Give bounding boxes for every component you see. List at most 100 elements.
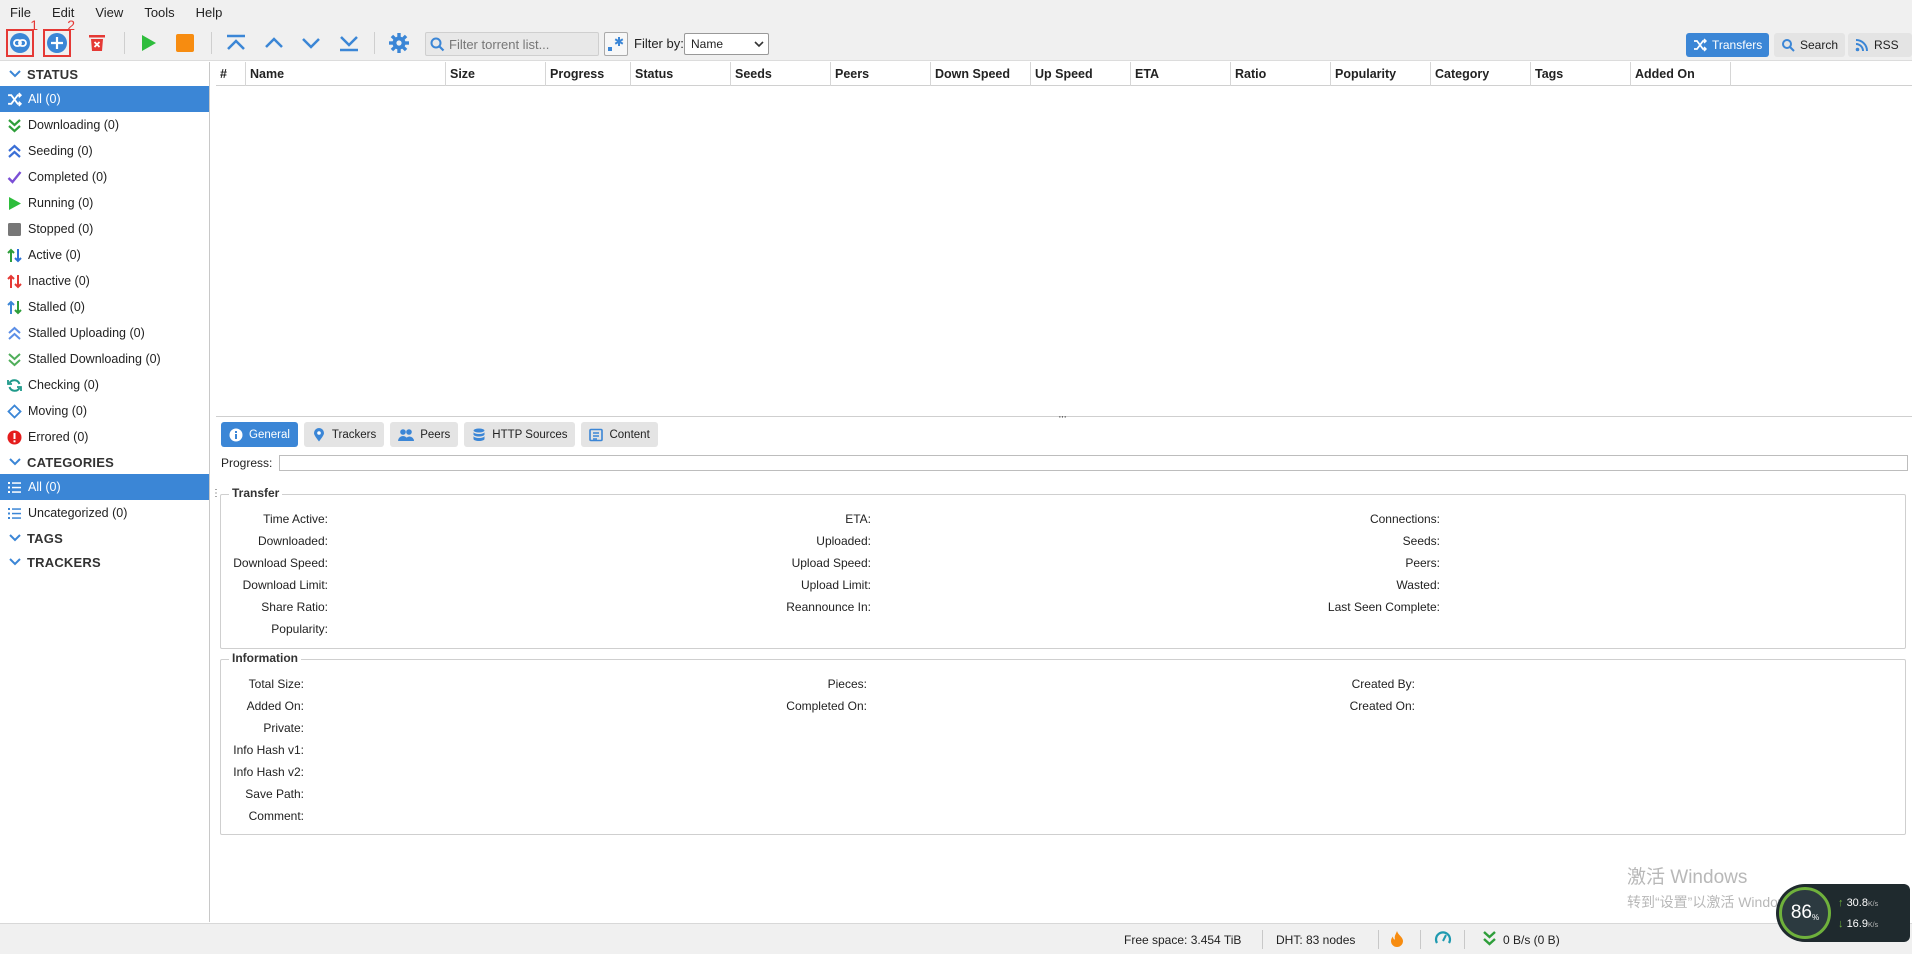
- tab-transfers[interactable]: Transfers: [1686, 33, 1770, 57]
- status-downloading[interactable]: Downloading (0): [0, 112, 209, 138]
- menu-help[interactable]: Help: [196, 5, 223, 20]
- status-separator: [1420, 930, 1421, 949]
- users-icon: [398, 428, 415, 441]
- tab-general[interactable]: General: [221, 422, 298, 447]
- regex-toggle-button[interactable]: [604, 32, 628, 56]
- label-downloaded: Downloaded:: [257, 534, 328, 548]
- status-checking[interactable]: Checking (0): [0, 372, 209, 398]
- properties-tabs: General Trackers Peers HTTP Sources Cont…: [221, 422, 664, 448]
- annotation-2: 2: [67, 17, 75, 33]
- status-completed[interactable]: Completed (0): [0, 164, 209, 190]
- status-completed-label: Completed (0): [28, 170, 108, 184]
- tab-peers[interactable]: Peers: [390, 422, 459, 447]
- status-stalled-label: Stalled (0): [28, 300, 85, 314]
- status-all[interactable]: All (0): [0, 86, 209, 112]
- gauge-percent-unit: %: [1812, 912, 1820, 922]
- column-seeds[interactable]: Seeds: [731, 62, 831, 86]
- column-added-on[interactable]: Added On: [1631, 62, 1731, 86]
- move-bottom-button[interactable]: [335, 29, 363, 57]
- speed-gauge-widget[interactable]: 86% ↑ 30.8K/s ↓ 16.9K/s: [1776, 884, 1910, 942]
- tab-rss-label: RSS: [1874, 38, 1899, 52]
- move-up-button[interactable]: [260, 29, 288, 57]
- column-number[interactable]: #: [216, 62, 246, 86]
- category-uncategorized[interactable]: Uncategorized (0): [0, 500, 209, 526]
- play-icon: [142, 35, 156, 51]
- add-torrent-file-button[interactable]: 2: [43, 17, 75, 57]
- refresh-icon: [7, 378, 22, 392]
- label-last-seen-complete: Last Seen Complete:: [1327, 600, 1440, 614]
- gauge-download: ↓ 16.9K/s: [1838, 918, 1879, 930]
- add-torrent-link-button[interactable]: 1: [6, 17, 38, 57]
- tab-rss[interactable]: RSS: [1848, 33, 1912, 57]
- trackers-section-header[interactable]: TRACKERS: [0, 550, 209, 574]
- toolbar: 1 2 Filter by: Name Transfer: [0, 17, 1912, 61]
- filter-search-box: [425, 32, 599, 56]
- column-peers[interactable]: Peers: [831, 62, 931, 86]
- column-up-speed[interactable]: Up Speed: [1031, 62, 1131, 86]
- category-all[interactable]: All (0): [0, 474, 209, 500]
- move-icon: [7, 403, 22, 419]
- status-section-header[interactable]: STATUS: [0, 62, 209, 86]
- map-pin-icon: [313, 427, 324, 441]
- delete-button[interactable]: [83, 29, 111, 57]
- filter-by-select[interactable]: Name: [684, 33, 769, 55]
- filter-torrent-input[interactable]: [449, 36, 597, 52]
- status-active[interactable]: Active (0): [0, 242, 209, 268]
- column-ratio[interactable]: Ratio: [1231, 62, 1331, 86]
- trackers-header-label: TRACKERS: [27, 554, 101, 570]
- firewall-icon[interactable]: [1389, 930, 1405, 951]
- menu-file[interactable]: File: [10, 5, 31, 20]
- column-progress[interactable]: Progress: [546, 62, 631, 86]
- column-category[interactable]: Category: [1431, 62, 1531, 86]
- label-download-limit: Download Limit:: [242, 578, 328, 592]
- status-stalled-uploading[interactable]: Stalled Uploading (0): [0, 320, 209, 346]
- column-down-speed[interactable]: Down Speed: [931, 62, 1031, 86]
- start-button[interactable]: [134, 29, 162, 57]
- search-icon: [430, 37, 445, 51]
- folder-files-icon: [589, 428, 604, 441]
- stop-button[interactable]: [171, 29, 199, 57]
- options-button[interactable]: [385, 29, 413, 57]
- tab-content[interactable]: Content: [581, 422, 658, 447]
- list-icon: [8, 507, 21, 519]
- column-tags[interactable]: Tags: [1531, 62, 1631, 86]
- gauge-upload-value: 30.8: [1846, 897, 1868, 909]
- status-moving[interactable]: Moving (0): [0, 398, 209, 424]
- status-stalled[interactable]: Stalled (0): [0, 294, 209, 320]
- list-icon: [8, 481, 21, 493]
- menu-tools[interactable]: Tools: [144, 5, 174, 20]
- status-stalled-downloading[interactable]: Stalled Downloading (0): [0, 346, 209, 372]
- tab-http-sources[interactable]: HTTP Sources: [464, 422, 576, 447]
- alt-speed-icon[interactable]: [1434, 930, 1452, 951]
- status-stopped[interactable]: Stopped (0): [0, 216, 209, 242]
- column-name[interactable]: Name: [246, 62, 446, 86]
- status-seeding[interactable]: Seeding (0): [0, 138, 209, 164]
- menu-view[interactable]: View: [95, 5, 123, 20]
- column-size[interactable]: Size: [446, 62, 546, 86]
- column-eta[interactable]: ETA: [1131, 62, 1231, 86]
- information-legend: Information: [229, 651, 301, 665]
- categories-section-header[interactable]: CATEGORIES: [0, 450, 209, 474]
- status-running[interactable]: Running (0): [0, 190, 209, 216]
- tags-section-header[interactable]: TAGS: [0, 526, 209, 550]
- plus-circle-icon: [47, 33, 67, 53]
- status-errored[interactable]: Errored (0): [0, 424, 209, 450]
- status-seeding-label: Seeding (0): [28, 144, 93, 158]
- search-icon: [1782, 39, 1795, 52]
- panel-resize-handle[interactable]: ···: [1058, 411, 1067, 423]
- shuffle-icon: [1694, 38, 1707, 52]
- upload-chevrons-icon: [8, 144, 21, 158]
- tab-search[interactable]: Search: [1774, 33, 1846, 57]
- gauge-percent-value: 86: [1790, 902, 1812, 923]
- chevron-down-icon: [754, 41, 764, 48]
- move-top-button[interactable]: [222, 29, 250, 57]
- info-icon: [229, 428, 243, 441]
- stalled-upload-icon: [8, 326, 21, 340]
- tab-trackers[interactable]: Trackers: [303, 422, 385, 447]
- column-status[interactable]: Status: [631, 62, 731, 86]
- status-inactive[interactable]: Inactive (0): [0, 268, 209, 294]
- move-down-button[interactable]: [297, 29, 325, 57]
- column-popularity[interactable]: Popularity: [1331, 62, 1431, 86]
- stalled-arrows-icon: [7, 300, 22, 314]
- label-download-speed: Download Speed:: [233, 556, 328, 570]
